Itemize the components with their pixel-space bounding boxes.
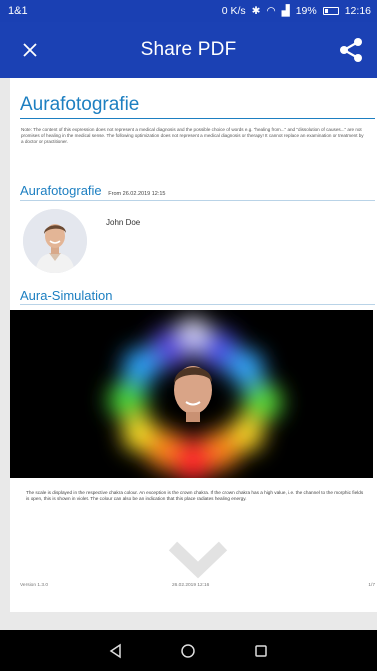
section-heading-photo: Aurafotografie From 26.02.2019 12:15 — [20, 183, 165, 198]
section-photo-title: Aurafotografie — [20, 183, 102, 198]
footer-datetime: 26.02.2019 12:16 — [172, 583, 210, 588]
footer-version: Version 1.3.0 — [20, 583, 49, 588]
patient-avatar — [23, 209, 87, 273]
home-button[interactable] — [178, 641, 198, 661]
page-title: Share PDF — [140, 39, 237, 60]
battery-icon — [322, 7, 339, 15]
close-button[interactable] — [18, 38, 42, 62]
status-bar: 1&1 0 K/s ✱ ◠ ▟ 19% 12:16 — [0, 0, 377, 22]
patient-name: John Doe — [106, 218, 141, 227]
clock: 12:16 — [344, 5, 371, 17]
section-divider — [20, 200, 375, 201]
portrait-image — [23, 209, 87, 273]
chakra-caption: The scale is displayed in the respective… — [26, 490, 364, 502]
aura-simulation-image — [10, 310, 373, 478]
recents-square-icon — [255, 644, 267, 657]
pdf-page-preview[interactable]: Aurafotografie Note: The content of this… — [10, 78, 377, 612]
share-button[interactable] — [337, 36, 365, 64]
battery-percent: 19% — [295, 5, 317, 17]
carrier-label: 1&1 — [8, 5, 28, 17]
system-navigation-bar — [0, 630, 377, 671]
back-button[interactable] — [106, 641, 126, 661]
status-indicators: 0 K/s ✱ ◠ ▟ 19% 12:16 — [222, 5, 371, 17]
recents-button[interactable] — [251, 641, 271, 661]
close-icon — [23, 43, 37, 57]
back-triangle-icon — [109, 643, 121, 658]
cell-signal-icon: ▟ — [281, 5, 290, 17]
chevron-down-icon[interactable] — [167, 540, 229, 580]
section-divider — [20, 304, 375, 305]
wifi-icon: ◠ — [266, 5, 276, 17]
bluetooth-icon: ✱ — [251, 5, 261, 17]
document-title: Aurafotografie — [20, 94, 140, 115]
title-divider — [20, 118, 375, 119]
section-photo-date: From 26.02.2019 12:15 — [108, 191, 166, 197]
footer-page-number: 1/7 — [368, 583, 375, 588]
home-circle-icon — [181, 643, 196, 658]
network-speed: 0 K/s — [221, 5, 246, 17]
share-icon — [340, 38, 362, 62]
aura-glow-graphic — [10, 310, 373, 478]
section-heading-aura: Aura-Simulation — [20, 288, 113, 303]
disclaimer-note: Note: The content of this expression doe… — [21, 127, 364, 144]
app-bar: Share PDF — [0, 22, 377, 78]
